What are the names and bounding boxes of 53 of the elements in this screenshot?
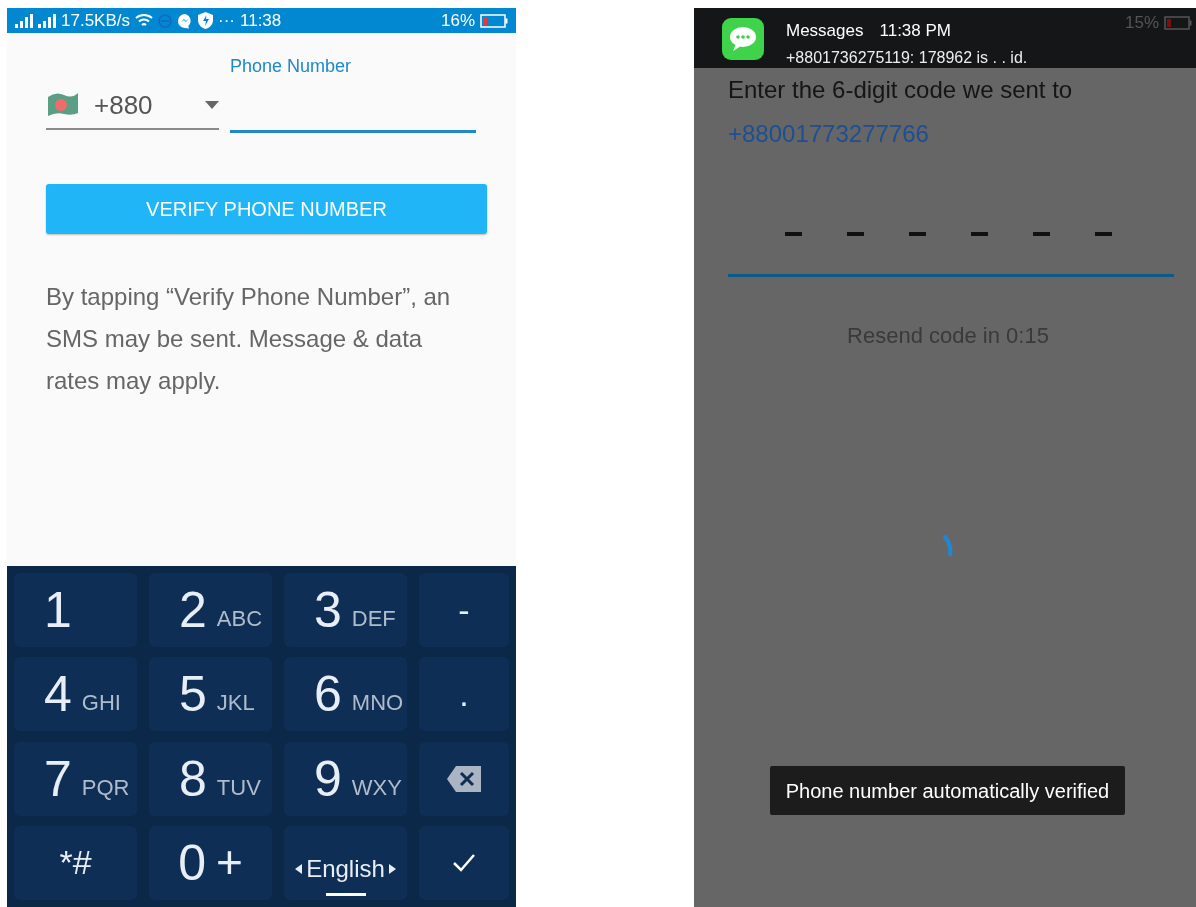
backspace-icon (447, 765, 481, 792)
keypad-key[interactable]: - (419, 573, 509, 647)
keypad-key[interactable]: . (419, 657, 509, 732)
toast-message: Phone number automatically verified (770, 766, 1125, 815)
field-label: Phone Number (230, 55, 353, 78)
disclaimer-text: By tapping “Verify Phone Number”, an SMS may be sent. Message & data rates may apply. (46, 282, 452, 396)
code-digit-placeholder (970, 232, 988, 236)
more-indicator: ··· (218, 9, 235, 32)
dropdown-caret-icon (205, 101, 219, 109)
notification-message: +8801736275119: 178962 is . . id. (786, 47, 1028, 68)
left-triangle-icon (295, 864, 303, 875)
space-indicator (325, 893, 366, 897)
phone-number-text: +88001773277766 (728, 119, 930, 149)
flag-icon (46, 92, 80, 118)
wifi-icon (135, 13, 153, 28)
signal-icon (15, 13, 33, 28)
code-digit-placeholder (1094, 232, 1112, 236)
notification-banner[interactable]: Messages 11:38 PM +8801736275119: 178962 is . . id. 15% (694, 8, 1196, 68)
keypad-key[interactable]: 0 + (149, 825, 272, 900)
signal-icon (38, 13, 56, 28)
loading-spinner-icon (942, 534, 954, 558)
keypad-key[interactable]: *# (14, 825, 137, 900)
keypad-key[interactable]: 4 GHI (14, 657, 137, 732)
notification-time: 11:38 PM (879, 20, 951, 42)
network-speed: 17.5KB/s (61, 9, 130, 32)
shield-icon (198, 12, 213, 29)
keypad-key[interactable]: 8 TUV (149, 741, 272, 816)
battery-percent: 15% (1124, 12, 1159, 34)
chat-bubble-icon (722, 18, 764, 60)
keypad-key[interactable]: English (284, 825, 407, 900)
keypad-key[interactable]: 7 PQR (14, 741, 137, 816)
battery-percent: 16% (440, 9, 475, 32)
circle-icon (158, 13, 172, 28)
keypad-key[interactable]: 1 (14, 573, 137, 647)
keypad-key[interactable]: 5 JKL (149, 657, 272, 732)
keypad-key[interactable] (419, 741, 509, 816)
status-time: 11:38 (240, 9, 282, 32)
keypad-key[interactable]: 6 MNO (284, 657, 407, 732)
code-digit-placeholder (846, 232, 864, 236)
country-selector[interactable]: +880 (46, 86, 219, 130)
notification-app-name: Messages (786, 20, 864, 42)
battery-icon (480, 13, 508, 28)
code-digit-placeholder (908, 232, 926, 236)
code-digit-placeholder (784, 232, 802, 236)
instruction-text: Enter the 6-digit code we sent to (728, 75, 1074, 105)
code-digit-placeholder (1032, 232, 1050, 236)
chat-bubble-icon (177, 12, 193, 29)
checkmark-icon (452, 852, 476, 873)
keypad-key[interactable]: 9 WXY (284, 741, 407, 816)
right-triangle-icon (388, 864, 396, 875)
keypad-key[interactable]: 3 DEF (284, 573, 407, 647)
keypad-key[interactable]: 2 ABC (149, 573, 272, 647)
battery-icon (1164, 15, 1192, 30)
